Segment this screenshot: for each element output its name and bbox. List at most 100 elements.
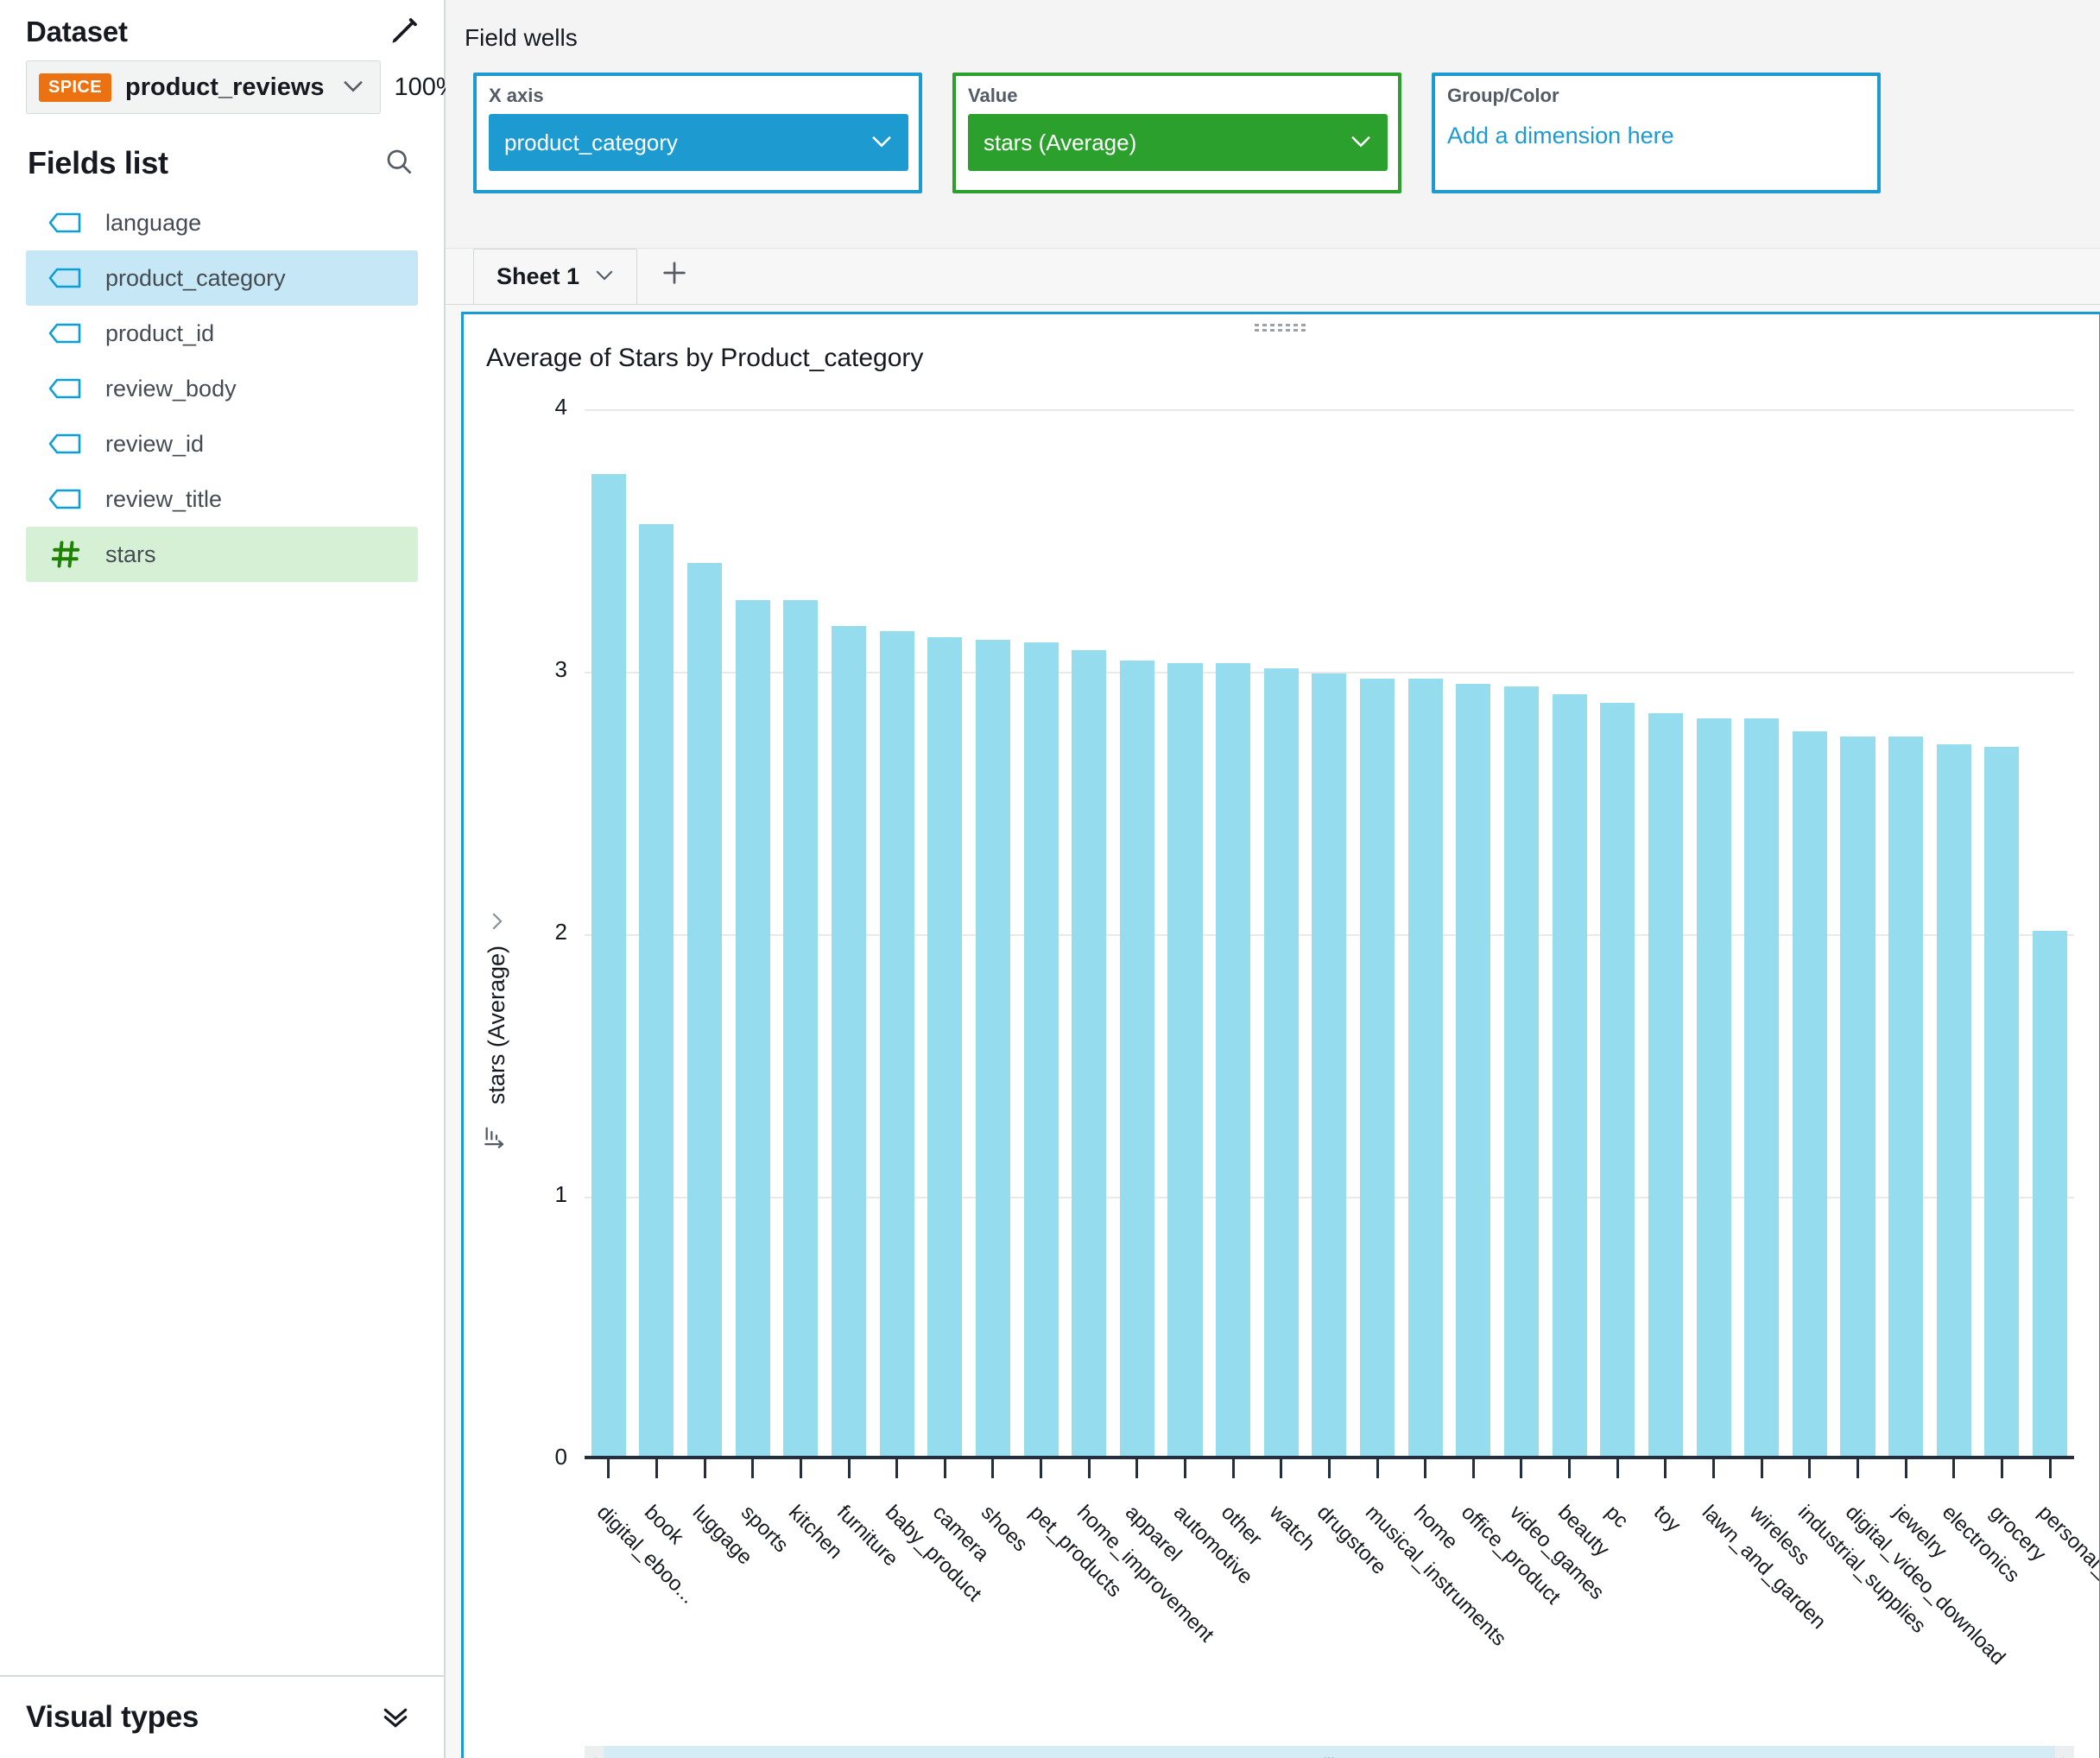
bar[interactable] bbox=[1119, 660, 1154, 1456]
bar[interactable] bbox=[1072, 649, 1107, 1456]
x-label-slot: baby_product bbox=[873, 1496, 986, 1606]
horizontal-scrollbar[interactable]: ⋯⋯ bbox=[585, 1746, 2074, 1758]
scroll-right-button[interactable] bbox=[2055, 1746, 2074, 1758]
pencil-icon[interactable] bbox=[387, 16, 420, 48]
bar-slot bbox=[1737, 406, 1786, 1456]
x-axis-tick bbox=[1280, 1459, 1283, 1478]
scroll-left-button[interactable] bbox=[585, 1746, 604, 1758]
tick-slot bbox=[585, 1459, 633, 1478]
bar[interactable] bbox=[591, 474, 626, 1456]
tick-slot bbox=[1161, 1459, 1210, 1478]
bar[interactable] bbox=[1840, 737, 1875, 1456]
field-well-value[interactable]: Value stars (Average) bbox=[952, 73, 1401, 193]
field-item-language[interactable]: language bbox=[26, 195, 418, 250]
chevron-down-icon[interactable] bbox=[1346, 126, 1376, 160]
bar[interactable] bbox=[1312, 673, 1347, 1456]
bar[interactable] bbox=[687, 563, 723, 1456]
tick-slot bbox=[873, 1459, 921, 1478]
chevron-down-icon[interactable] bbox=[591, 262, 617, 292]
bar[interactable] bbox=[975, 639, 1010, 1456]
field-pill[interactable]: product_category bbox=[489, 114, 908, 171]
dataset-select[interactable]: SPICE product_reviews bbox=[26, 60, 381, 114]
bar[interactable] bbox=[1936, 744, 1971, 1456]
tick-slot bbox=[633, 1459, 681, 1478]
x-label-slot: jewelry bbox=[1882, 1496, 1951, 1563]
left-panel: Dataset SPICE product_reviews 100% Field… bbox=[0, 0, 459, 1758]
bar[interactable] bbox=[1984, 747, 2020, 1456]
bar[interactable] bbox=[1744, 718, 1780, 1456]
bar[interactable] bbox=[1503, 686, 1540, 1456]
field-wells-panel: Field wells X axis product_category Value s… bbox=[446, 0, 2100, 249]
x-axis-tick bbox=[1184, 1459, 1186, 1478]
x-label-slot: office_product bbox=[1450, 1496, 1565, 1609]
bar[interactable] bbox=[1023, 642, 1059, 1456]
bar-slot bbox=[1546, 406, 1594, 1456]
visual-container[interactable]: Average of Stars by Product_category sta… bbox=[461, 312, 2100, 1758]
field-item-product-category[interactable]: product_category bbox=[26, 250, 418, 306]
bar[interactable] bbox=[1696, 718, 1731, 1456]
bar[interactable] bbox=[2033, 931, 2068, 1456]
field-item-product-id[interactable]: product_id bbox=[26, 306, 418, 361]
tick-slot bbox=[1017, 1459, 1066, 1478]
add-dimension-link[interactable]: Add a dimension here bbox=[1447, 114, 1867, 149]
x-axis-tick bbox=[655, 1459, 658, 1478]
tab-sheet-1[interactable]: Sheet 1 bbox=[473, 249, 638, 304]
x-label-slot: other bbox=[1209, 1496, 1267, 1551]
drag-handle[interactable] bbox=[1255, 321, 1308, 333]
field-label: product_category bbox=[105, 264, 286, 291]
x-label-slot: home_improvement bbox=[1065, 1496, 1218, 1647]
y-axis-tick-label: 1 bbox=[554, 1181, 567, 1207]
bar[interactable] bbox=[1888, 737, 1924, 1456]
bar-slot bbox=[1161, 406, 1210, 1456]
field-item-stars[interactable]: stars bbox=[26, 527, 418, 582]
chevron-double-down-icon[interactable] bbox=[378, 1698, 413, 1737]
tick-slot bbox=[969, 1459, 1017, 1478]
field-pill[interactable]: stars (Average) bbox=[968, 114, 1388, 171]
sort-bars-icon[interactable] bbox=[482, 1123, 511, 1157]
x-label-slot: digital_video_download bbox=[1834, 1496, 2010, 1670]
field-item-review-body[interactable]: review_body bbox=[26, 361, 418, 416]
search-icon[interactable] bbox=[383, 146, 414, 181]
y-axis-tick-label: 0 bbox=[554, 1444, 567, 1470]
bar[interactable] bbox=[1263, 668, 1299, 1456]
visual-types-panel[interactable]: Visual types bbox=[0, 1675, 444, 1758]
bar[interactable] bbox=[1360, 679, 1395, 1456]
scrollbar-track[interactable]: ⋯⋯ bbox=[604, 1746, 2055, 1758]
bar[interactable] bbox=[1648, 712, 1683, 1456]
tick-slot bbox=[1209, 1459, 1257, 1478]
add-sheet-button[interactable] bbox=[637, 258, 713, 304]
chevron-down-icon[interactable] bbox=[867, 126, 896, 160]
bar[interactable] bbox=[639, 523, 674, 1456]
bar-slot bbox=[1113, 406, 1161, 1456]
field-item-review-title[interactable]: review_title bbox=[26, 471, 418, 527]
bar[interactable] bbox=[735, 599, 770, 1456]
bar[interactable] bbox=[1600, 702, 1635, 1456]
field-well-group-color[interactable]: Group/Color Add a dimension here bbox=[1432, 73, 1881, 193]
x-axis-tick bbox=[1856, 1459, 1859, 1478]
bar[interactable] bbox=[783, 599, 819, 1456]
tick-slot bbox=[1882, 1459, 1930, 1478]
bar[interactable] bbox=[1456, 684, 1491, 1456]
bar[interactable] bbox=[1167, 662, 1203, 1456]
x-axis-tick bbox=[1568, 1459, 1572, 1478]
bar[interactable] bbox=[927, 636, 963, 1456]
x-label-slot: sports bbox=[729, 1496, 793, 1557]
bar[interactable] bbox=[832, 626, 867, 1456]
bar[interactable] bbox=[1792, 730, 1827, 1456]
x-axis-tick bbox=[607, 1459, 610, 1478]
x-axis-tick bbox=[1616, 1459, 1619, 1478]
scrollbar-thumb[interactable]: ⋯⋯ bbox=[604, 1746, 2055, 1758]
x-axis-tick bbox=[1231, 1459, 1235, 1478]
tick-slot bbox=[1353, 1459, 1401, 1478]
bar[interactable] bbox=[1552, 694, 1587, 1456]
field-label: language bbox=[105, 209, 202, 236]
x-label-slot: toy bbox=[1641, 1496, 1690, 1537]
bar[interactable] bbox=[1216, 662, 1251, 1456]
bar[interactable] bbox=[879, 631, 914, 1456]
field-item-review-id[interactable]: review_id bbox=[26, 416, 418, 471]
x-label-slot: video_games bbox=[1497, 1496, 1609, 1604]
bar[interactable] bbox=[1407, 679, 1443, 1456]
bar-slot bbox=[873, 406, 921, 1456]
field-well-x-axis[interactable]: X axis product_category bbox=[473, 73, 922, 193]
bar-slot bbox=[633, 406, 681, 1456]
